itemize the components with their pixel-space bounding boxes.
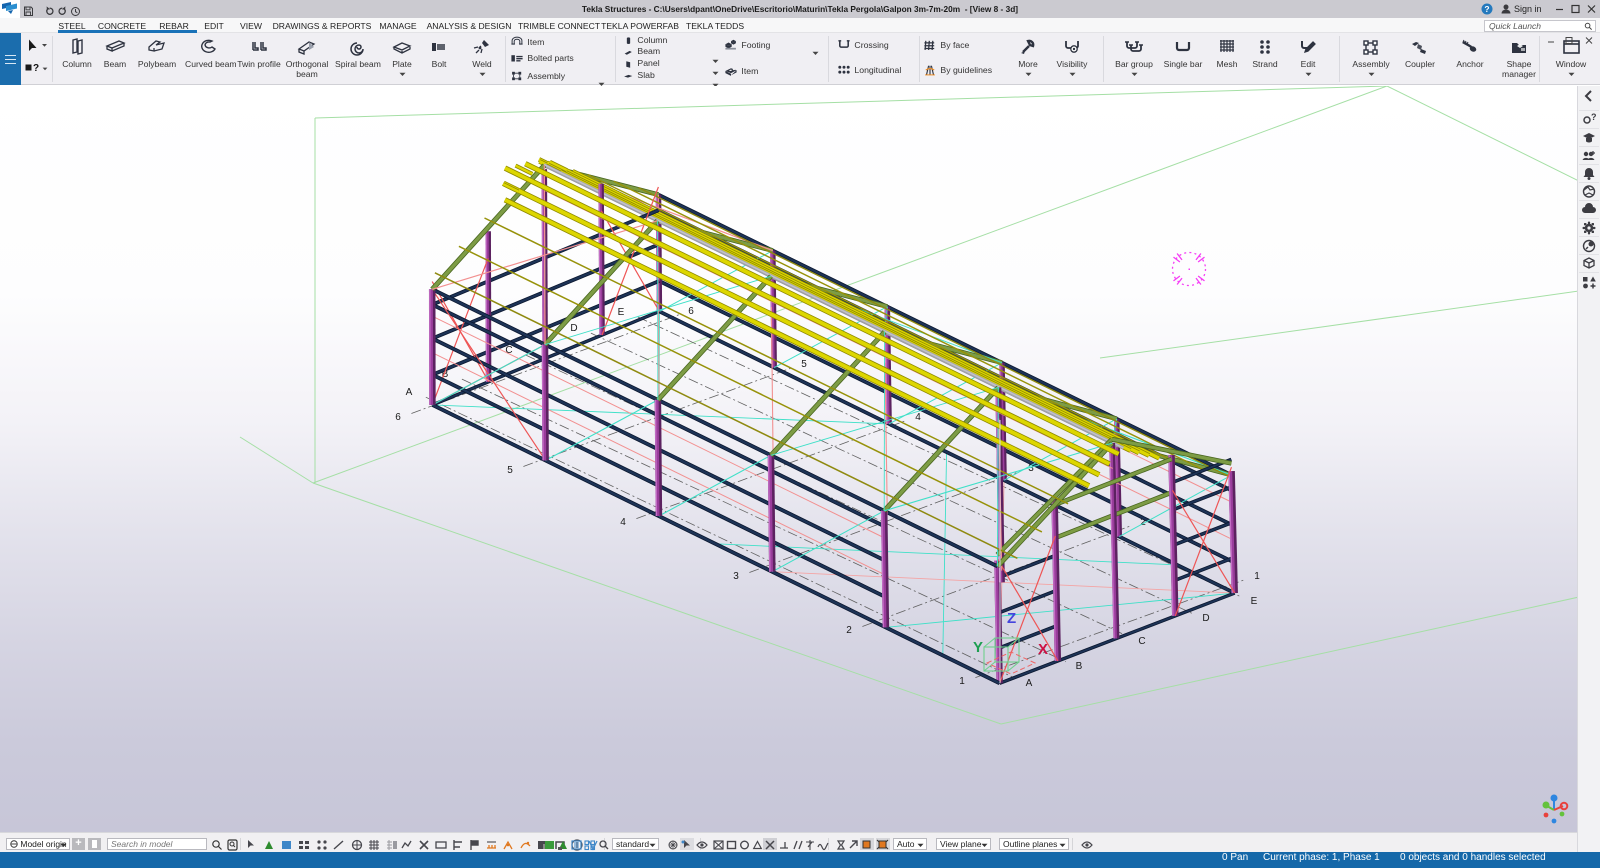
svg-text:D: D	[570, 323, 577, 334]
svg-text:A: A	[406, 387, 413, 398]
svg-text:4: 4	[915, 412, 921, 423]
svg-text:1: 1	[959, 676, 965, 687]
svg-text:5: 5	[801, 359, 807, 370]
svg-text:?: ?	[1591, 112, 1597, 122]
svg-text:1: 1	[1254, 571, 1260, 582]
svg-text:A: A	[1026, 678, 1033, 689]
svg-text:3: 3	[733, 571, 739, 582]
svg-text:E: E	[1251, 596, 1258, 607]
svg-text:6: 6	[688, 306, 694, 317]
svg-text:6: 6	[395, 412, 401, 423]
svg-text:Y: Y	[973, 639, 983, 656]
svg-text:Z: Z	[1007, 610, 1016, 627]
svg-text:E: E	[618, 307, 625, 318]
svg-text:X: X	[1038, 641, 1048, 658]
svg-text:Sign in: Sign in	[1514, 4, 1542, 14]
svg-text:D: D	[1202, 613, 1209, 624]
svg-text:?: ?	[1484, 4, 1489, 14]
svg-text:2: 2	[846, 625, 852, 636]
svg-text:4: 4	[620, 517, 626, 528]
svg-text:C: C	[1138, 636, 1145, 647]
svg-text:B: B	[1076, 661, 1083, 672]
svg-text:5: 5	[507, 465, 513, 476]
